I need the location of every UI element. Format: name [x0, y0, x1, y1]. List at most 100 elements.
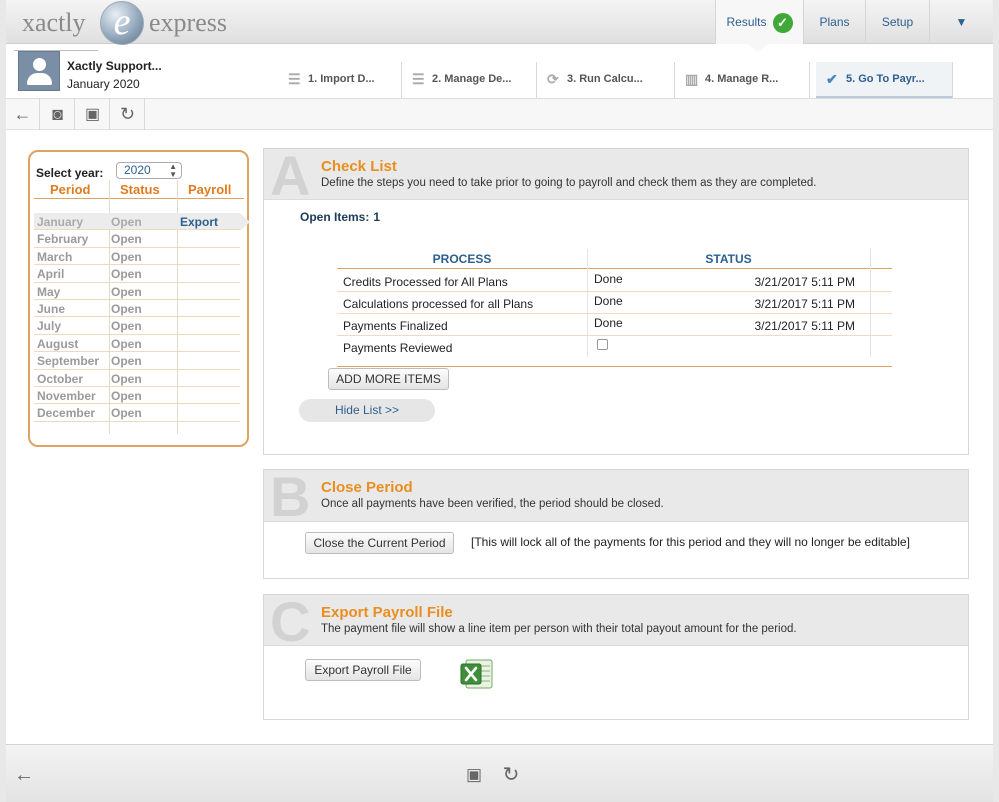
list-icon: ☰ — [288, 71, 301, 88]
hide-list-button[interactable]: Hide List >> — [299, 399, 435, 422]
process-status: Done — [594, 294, 623, 308]
period-row-july[interactable]: July Open — [34, 317, 240, 335]
step-manage-results[interactable]: ▥ 4. Manage R... — [675, 62, 810, 98]
user-name: Xactly Support... — [67, 59, 162, 73]
xactly-express-logo[interactable]: xactly e express — [14, 0, 242, 45]
reload-icon[interactable]: ◙ — [41, 99, 75, 130]
user-info[interactable]: Xactly Support... January 2020 — [18, 51, 248, 93]
process-name: Credits Processed for All Plans — [343, 275, 508, 289]
period-month: February — [37, 232, 89, 247]
bar-chart-icon: ▥ — [685, 71, 699, 88]
period-panel: Select year: 2020 ▲ ▼ Period Status Payro… — [28, 150, 250, 447]
period-status: Open — [111, 232, 142, 247]
payments-reviewed-checkbox[interactable] — [597, 339, 608, 350]
logo-text-right: express — [149, 8, 227, 37]
period-row-november[interactable]: November Open — [34, 387, 240, 405]
section-a-header: A Check List Define the steps you need t… — [264, 148, 968, 204]
list-icon: ☰ — [412, 71, 425, 88]
period-row-june[interactable]: June Open — [34, 300, 240, 318]
close-period-note: [This will lock all of the payments for … — [471, 535, 910, 549]
export-link[interactable]: Export — [180, 215, 218, 229]
save-icon[interactable]: ▣ — [76, 99, 110, 130]
col-header-status: STATUS — [705, 252, 752, 266]
period-status: Open — [111, 354, 142, 369]
open-items-count: 1 — [373, 210, 381, 224]
back-arrow-icon[interactable]: ← — [10, 761, 38, 789]
period-month: March — [37, 249, 73, 264]
nav-results[interactable]: Results ✓ — [715, 0, 803, 44]
redo-icon[interactable]: ↻ — [497, 761, 525, 789]
period-row-january[interactable]: January Open Export — [34, 213, 250, 232]
nav-results-label: Results — [726, 15, 767, 29]
avatar — [18, 51, 60, 91]
period-status: Open — [111, 215, 142, 229]
period-row-august[interactable]: August Open — [34, 335, 240, 353]
step-import-data[interactable]: ☰ 1. Import D... — [278, 62, 402, 98]
step-run-calculations[interactable]: ⟳ 3. Run Calcu... — [537, 62, 675, 98]
top-header: xactly e express Results ✓ Plans Setup ▼ — [6, 0, 993, 52]
nav-setup[interactable]: Setup — [865, 0, 929, 44]
process-name: Payments Reviewed — [343, 341, 453, 355]
section-close-period: B Close Period Once all payments have be… — [263, 469, 969, 579]
section-letter-b: B — [270, 465, 311, 528]
step-label: 4. Manage R... — [705, 73, 779, 85]
period-row-april[interactable]: April Open — [34, 265, 240, 283]
step-go-to-payroll[interactable]: ✔ 5. Go To Payr... — [816, 62, 953, 98]
period-month: August — [37, 336, 79, 351]
col-header-period: Period — [50, 182, 91, 197]
user-body-icon — [27, 73, 52, 85]
period-status: Open — [111, 336, 142, 351]
col-header-payroll: Payroll — [188, 182, 232, 197]
add-more-items-button[interactable]: ADD MORE ITEMS — [328, 368, 449, 390]
year-select[interactable]: 2020 ▲ ▼ — [116, 162, 182, 179]
period-row-september[interactable]: September Open — [34, 352, 240, 370]
app-window: xactly e express Results ✓ Plans Setup ▼ … — [6, 0, 993, 802]
col-header-process: PROCESS — [432, 252, 492, 266]
table-row: Payments Finalized Done 3/21/2017 5:11 P… — [337, 314, 892, 336]
section-subtitle: The payment file will show a line item p… — [321, 623, 797, 635]
step-manage-data[interactable]: ☰ 2. Manage De... — [402, 62, 537, 98]
period-row-may[interactable]: May Open — [34, 283, 240, 300]
section-subtitle: Once all payments have been verified, th… — [321, 498, 664, 510]
period-status: Open — [111, 389, 142, 403]
year-select-value: 2020 — [124, 163, 151, 177]
period-month: November — [37, 389, 96, 403]
table-bottom-divider — [337, 366, 892, 367]
save-icon[interactable]: ▣ — [460, 761, 488, 789]
back-arrow-icon[interactable]: ← — [6, 99, 40, 130]
table-row: Calculations processed for all Plans Don… — [337, 292, 892, 314]
section-b-header: B Close Period Once all payments have be… — [264, 465, 968, 528]
user-period: January 2020 — [67, 77, 140, 91]
period-row-october[interactable]: October Open — [34, 370, 240, 387]
active-nav-pointer — [748, 44, 768, 52]
excel-file-icon[interactable] — [460, 658, 494, 690]
process-status: Done — [594, 316, 623, 330]
period-status: Open — [111, 284, 142, 299]
process-status: Done — [594, 272, 623, 286]
logo-text-left: xactly — [22, 8, 86, 37]
step-label: 2. Manage De... — [432, 73, 512, 85]
nav-plans[interactable]: Plans — [803, 0, 865, 44]
period-month: January — [37, 215, 84, 229]
chevron-down-icon[interactable]: ▼ — [929, 0, 993, 44]
period-month: April — [37, 267, 65, 282]
period-status: Open — [111, 319, 142, 334]
period-row-march[interactable]: March Open — [34, 248, 240, 266]
check-circle-icon: ✓ — [772, 12, 793, 33]
refresh-icon: ⟳ — [547, 71, 559, 88]
period-status: Open — [111, 249, 142, 264]
period-row-february[interactable]: February Open — [34, 230, 240, 248]
section-title: Close Period — [321, 479, 413, 496]
process-name: Calculations processed for all Plans — [343, 297, 534, 311]
period-status: Open — [111, 267, 142, 282]
export-payroll-file-button[interactable]: Export Payroll File — [305, 659, 421, 681]
close-current-period-button[interactable]: Close the Current Period — [305, 532, 454, 554]
logo-e-icon: e — [100, 1, 144, 45]
step-label: 5. Go To Payr... — [846, 73, 925, 85]
redo-icon[interactable]: ↻ — [111, 99, 145, 130]
period-row-december[interactable]: December Open — [34, 404, 240, 422]
period-status: Open — [111, 406, 142, 421]
open-items-label: Open Items: — [300, 210, 370, 224]
period-month: May — [37, 284, 61, 299]
period-month: October — [37, 371, 84, 386]
